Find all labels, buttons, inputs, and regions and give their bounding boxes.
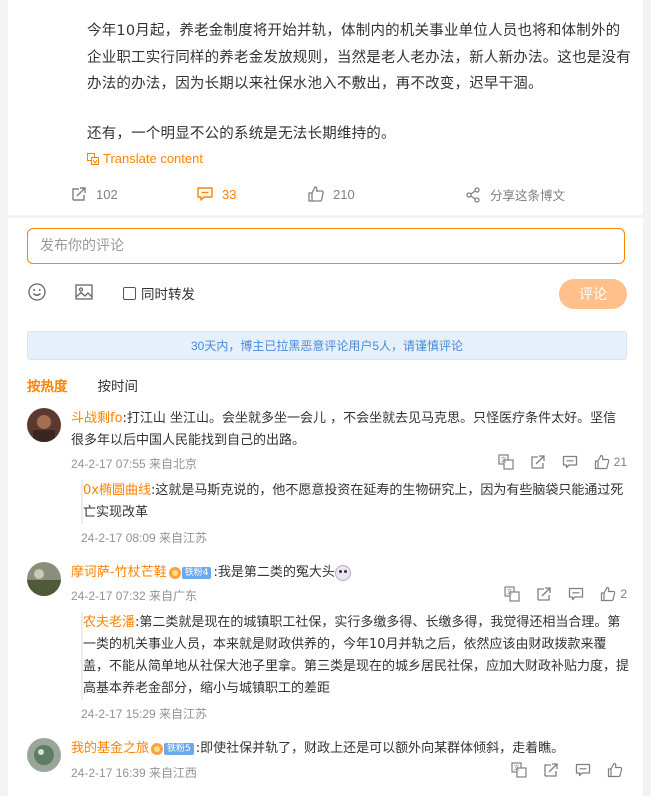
translate-button[interactable]: 文	[504, 586, 520, 602]
repost-button[interactable]: 102	[70, 185, 118, 203]
comment-text: 我的基金之旅 铁粉5:即使社保并轨了，财政上还是可以额外向某群体倾斜，走着瞧。	[71, 738, 627, 760]
repost-comment-button[interactable]	[536, 586, 552, 602]
page-gutter-left	[0, 0, 8, 796]
post-paragraph: 还有，一个明显不公的系统是无法长期维持的。	[87, 125, 396, 142]
share-icon	[466, 186, 480, 203]
share-label: 分享这条博文	[490, 189, 566, 203]
svg-text:文: 文	[514, 764, 520, 772]
avatar[interactable]	[27, 562, 61, 596]
sync-repost-option[interactable]: 同时转发	[123, 283, 195, 303]
comment-meta: 24-2-17 07:55 来自北京	[71, 457, 198, 471]
translate-label: Translate content	[103, 151, 203, 166]
reply-button[interactable]	[562, 454, 578, 470]
composer-toolbar: 同时转发 评论	[27, 279, 627, 309]
reply-text: 农夫老潘:第二类就是现在的城镇职工社保，实行多缴多得、长缴多得，我觉得还相当合理…	[83, 612, 629, 700]
fan-badge: 铁粉5	[151, 742, 194, 755]
repost-comment-button[interactable]	[530, 454, 546, 470]
reply-button[interactable]	[575, 762, 591, 778]
thumbs-up-icon	[601, 586, 616, 602]
reply-username[interactable]: 农夫老潘	[83, 615, 135, 630]
reply-item: 农夫老潘:第二类就是现在的城镇职工社保，实行多缴多得、长缴多得，我觉得还相当合理…	[81, 612, 629, 700]
translate-icon: 文	[511, 762, 527, 778]
sync-repost-label: 同时转发	[141, 287, 195, 303]
reply-username[interactable]: 0x椭圆曲线	[83, 483, 151, 498]
reply-content: :这就是马斯克说的，他不愿意投资在延寿的生物研究上，因为有些脑袋只能通过死亡实现…	[83, 483, 624, 520]
repost-count: 102	[96, 186, 118, 202]
share-button[interactable]: 分享这条博文	[464, 185, 565, 204]
comment-sort-tabs: 按热度 按时间	[27, 375, 138, 395]
repost-icon	[72, 187, 86, 201]
thumbs-up-icon	[607, 762, 623, 778]
comment-icon	[562, 455, 577, 469]
comment-username[interactable]: 摩诃萨-竹杖芒鞋	[71, 565, 167, 580]
comment-content: :即使社保并轨了，财政上还是可以额外向某群体倾斜，走着瞧。	[195, 741, 565, 756]
reply-meta: 24-2-17 15:29 来自江苏	[81, 707, 208, 721]
reply-button[interactable]	[568, 586, 584, 602]
fan-badge: 铁粉4	[168, 566, 212, 579]
comment-button[interactable]: 33	[196, 185, 236, 203]
comment-input[interactable]	[28, 229, 624, 263]
comment-meta: 24-2-17 07:32 来自广东	[71, 589, 198, 603]
comment-username[interactable]: 我的基金之旅	[71, 741, 149, 756]
comment-like-button[interactable]: 21	[594, 454, 627, 470]
thumbs-up-icon	[308, 186, 324, 202]
post-content: 今年10月起，养老金制度将开始并轨，体制内的机关事业单位人员也将和体制外的企业职…	[87, 18, 632, 147]
repost-comment-button[interactable]	[543, 762, 559, 778]
tab-sort-hot[interactable]: 按热度	[27, 375, 68, 395]
comment-icon	[575, 763, 591, 777]
emoji-icon[interactable]	[27, 282, 47, 302]
repost-icon	[544, 763, 558, 777]
thumbs-up-icon	[594, 454, 609, 470]
comment-like-count: 2	[620, 587, 627, 601]
comment-content: :打江山 坐江山。会坐就多坐一会儿 ，不会坐就去见马克思。只怪医疗条件太好。坚信…	[71, 411, 617, 448]
translate-icon: 文	[498, 454, 514, 470]
comment-like-button[interactable]: 2	[600, 586, 627, 602]
svg-text:文: 文	[500, 456, 506, 464]
repost-icon	[537, 587, 551, 601]
submit-comment-button[interactable]: 评论	[559, 279, 627, 309]
reply-meta: 24-2-17 08:09 来自江苏	[81, 531, 208, 545]
comment-input-box[interactable]	[27, 228, 625, 264]
comment-icon	[197, 187, 213, 201]
section-divider	[8, 215, 643, 218]
comment-like-count: 21	[613, 455, 627, 469]
post-action-bar: 102 33 210 分享这条博文	[0, 185, 651, 213]
post-paragraph: 今年10月起，养老金制度将开始并轨，体制内的机关事业单位人员也将和体制外的企业职…	[87, 23, 631, 92]
comment-text: 摩诃萨-竹杖芒鞋 铁粉4:我是第二类的冤大头	[71, 562, 627, 584]
translate-icon: 文	[504, 586, 520, 602]
fan-badge-icon	[151, 742, 164, 755]
comment-item: 我的基金之旅 铁粉5:即使社保并轨了，财政上还是可以额外向某群体倾斜，走着瞧。 2…	[27, 738, 627, 782]
comment-username[interactable]: 斗战剩fo	[71, 411, 123, 426]
reply-content: :第二类就是现在的城镇职工社保，实行多缴多得、长缴多得，我觉得还相当合理。第一类…	[83, 615, 630, 696]
comment-icon	[569, 587, 584, 601]
page-gutter-right	[643, 0, 651, 796]
block-notice-banner: 30天内，博主已拉黑恶意评论用户5人，请谨慎评论	[27, 331, 627, 360]
comment-actions: 文	[495, 762, 627, 778]
comment-count: 33	[222, 186, 237, 202]
comment-like-button[interactable]	[607, 762, 627, 778]
avatar[interactable]	[27, 738, 61, 772]
comment-meta: 24-2-17 16:39 来自江西	[71, 766, 198, 780]
fan-badge-icon	[168, 566, 181, 579]
avatar[interactable]	[27, 408, 61, 442]
like-count: 210	[333, 186, 355, 202]
translate-link[interactable]: Translate content	[87, 151, 203, 166]
comment-actions: 文 21	[482, 454, 627, 470]
comment-content: :我是第二类的冤大头	[213, 565, 335, 580]
comment-text: 斗战剩fo:打江山 坐江山。会坐就多坐一会儿 ，不会坐就去见马克思。只怪医疗条件…	[71, 408, 627, 452]
translate-icon	[87, 152, 99, 165]
translate-button[interactable]: 文	[511, 762, 527, 778]
tab-sort-time[interactable]: 按时间	[98, 375, 139, 395]
dog-emoji-icon	[334, 564, 351, 581]
repost-icon	[530, 455, 545, 469]
reply-item: 0x椭圆曲线:这就是马斯克说的，他不愿意投资在延寿的生物研究上，因为有些脑袋只能…	[81, 480, 629, 524]
like-button[interactable]: 210	[307, 185, 355, 203]
svg-text:文: 文	[507, 588, 513, 596]
comment-actions: 文 2	[488, 586, 627, 602]
image-icon[interactable]	[74, 282, 94, 302]
sync-repost-checkbox[interactable]	[123, 286, 136, 300]
reply-text: 0x椭圆曲线:这就是马斯克说的，他不愿意投资在延寿的生物研究上，因为有些脑袋只能…	[83, 480, 629, 524]
comment-item: 摩诃萨-竹杖芒鞋 铁粉4:我是第二类的冤大头 24-2-17 07:32 来自广东…	[27, 562, 627, 603]
translate-button[interactable]: 文	[498, 454, 514, 470]
